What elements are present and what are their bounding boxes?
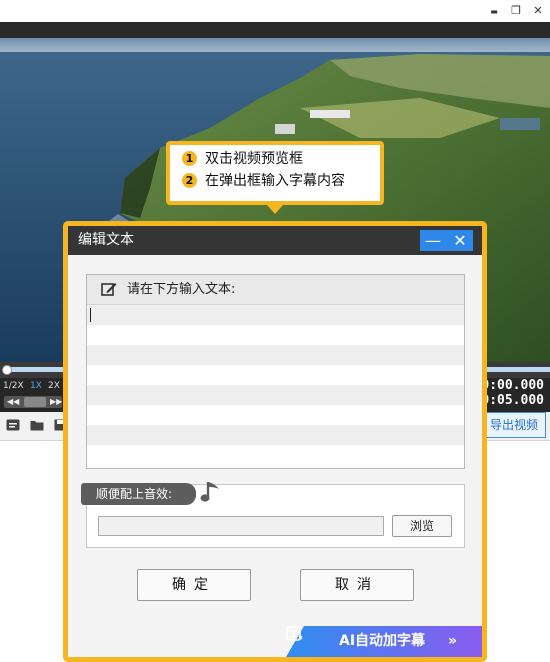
- dialog-title: 编辑文本: [78, 232, 134, 248]
- next-frame-icon[interactable]: ▶▶: [50, 396, 62, 408]
- dialog-window-buttons: — ✕: [420, 230, 473, 251]
- callout-step-1: 1 双击视频预览框: [182, 149, 303, 169]
- text-caret: [90, 308, 91, 322]
- sound-effect-label: 顺便配上音效:: [81, 483, 197, 505]
- ai-subtitle-icon: [286, 626, 303, 641]
- edit-icon: [101, 283, 117, 296]
- preview-top-bar: [0, 22, 550, 38]
- callout-pointer: [267, 205, 283, 214]
- callout-step-text: 双击视频预览框: [205, 151, 303, 167]
- export-video-button[interactable]: 导出视频: [482, 412, 546, 438]
- sound-effect-panel: 顺便配上音效: 浏览: [81, 482, 465, 548]
- cancel-button[interactable]: 取消: [300, 569, 414, 601]
- minimize-button[interactable]: ▬: [486, 3, 502, 19]
- dialog-close-button[interactable]: ✕: [447, 230, 473, 251]
- folder-icon[interactable]: [30, 419, 44, 431]
- app-titlebar: ▬ ❐ ✕: [0, 0, 550, 22]
- dialog-titlebar[interactable]: 编辑文本 — ✕: [68, 226, 482, 255]
- dialog-body: 请在下方输入文本: 顺便配上音效: 浏览 确定 取消 AI自动加字幕 »: [68, 255, 482, 657]
- edit-text-dialog: 编辑文本 — ✕ 请在下方输入文本: 顺便配上音效: 浏览 确定 取消 AI自动…: [68, 226, 482, 657]
- seek-handle[interactable]: [2, 365, 12, 375]
- double-chevron-icon: »: [448, 633, 458, 649]
- browse-button[interactable]: 浏览: [392, 515, 452, 537]
- frame-stepper[interactable]: ◀◀ ▶▶: [4, 396, 62, 408]
- text-input-area[interactable]: 请在下方输入文本:: [86, 274, 465, 469]
- speed-half[interactable]: 1/2X: [3, 381, 24, 391]
- callout-step-2: 2 在弹出框输入字幕内容: [182, 171, 345, 191]
- sound-file-input[interactable]: [98, 516, 384, 536]
- dialog-minimize-button[interactable]: —: [420, 230, 446, 251]
- text-input-prompt: 请在下方输入文本:: [127, 282, 236, 297]
- step-number-badge: 1: [182, 151, 197, 166]
- text-input-lines[interactable]: [87, 305, 464, 468]
- ai-subtitle-button[interactable]: AI自动加字幕 »: [286, 626, 482, 657]
- speed-2x[interactable]: 2X: [48, 381, 60, 391]
- ok-button[interactable]: 确定: [137, 569, 251, 601]
- text-input-header: 请在下方输入文本:: [87, 275, 464, 305]
- restore-button[interactable]: ❐: [508, 3, 524, 19]
- close-icon: ✕: [453, 231, 467, 250]
- stepper-handle[interactable]: [24, 397, 46, 407]
- callout-step-text: 在弹出框输入字幕内容: [205, 173, 345, 189]
- prev-frame-icon[interactable]: ◀◀: [7, 396, 19, 408]
- instruction-callout: 1 双击视频预览框 2 在弹出框输入字幕内容: [166, 141, 384, 205]
- minimize-icon: —: [425, 231, 441, 250]
- minimize-icon: ▬: [490, 7, 498, 16]
- restore-icon: ❐: [511, 4, 521, 17]
- close-icon: ✕: [533, 4, 543, 17]
- close-window-button[interactable]: ✕: [530, 3, 546, 19]
- speed-1x[interactable]: 1X: [30, 381, 42, 391]
- music-note-icon: [200, 482, 219, 502]
- ai-subtitle-label: AI自动加字幕: [339, 633, 426, 649]
- subtitle-icon[interactable]: [6, 419, 20, 431]
- step-number-badge: 2: [182, 173, 197, 188]
